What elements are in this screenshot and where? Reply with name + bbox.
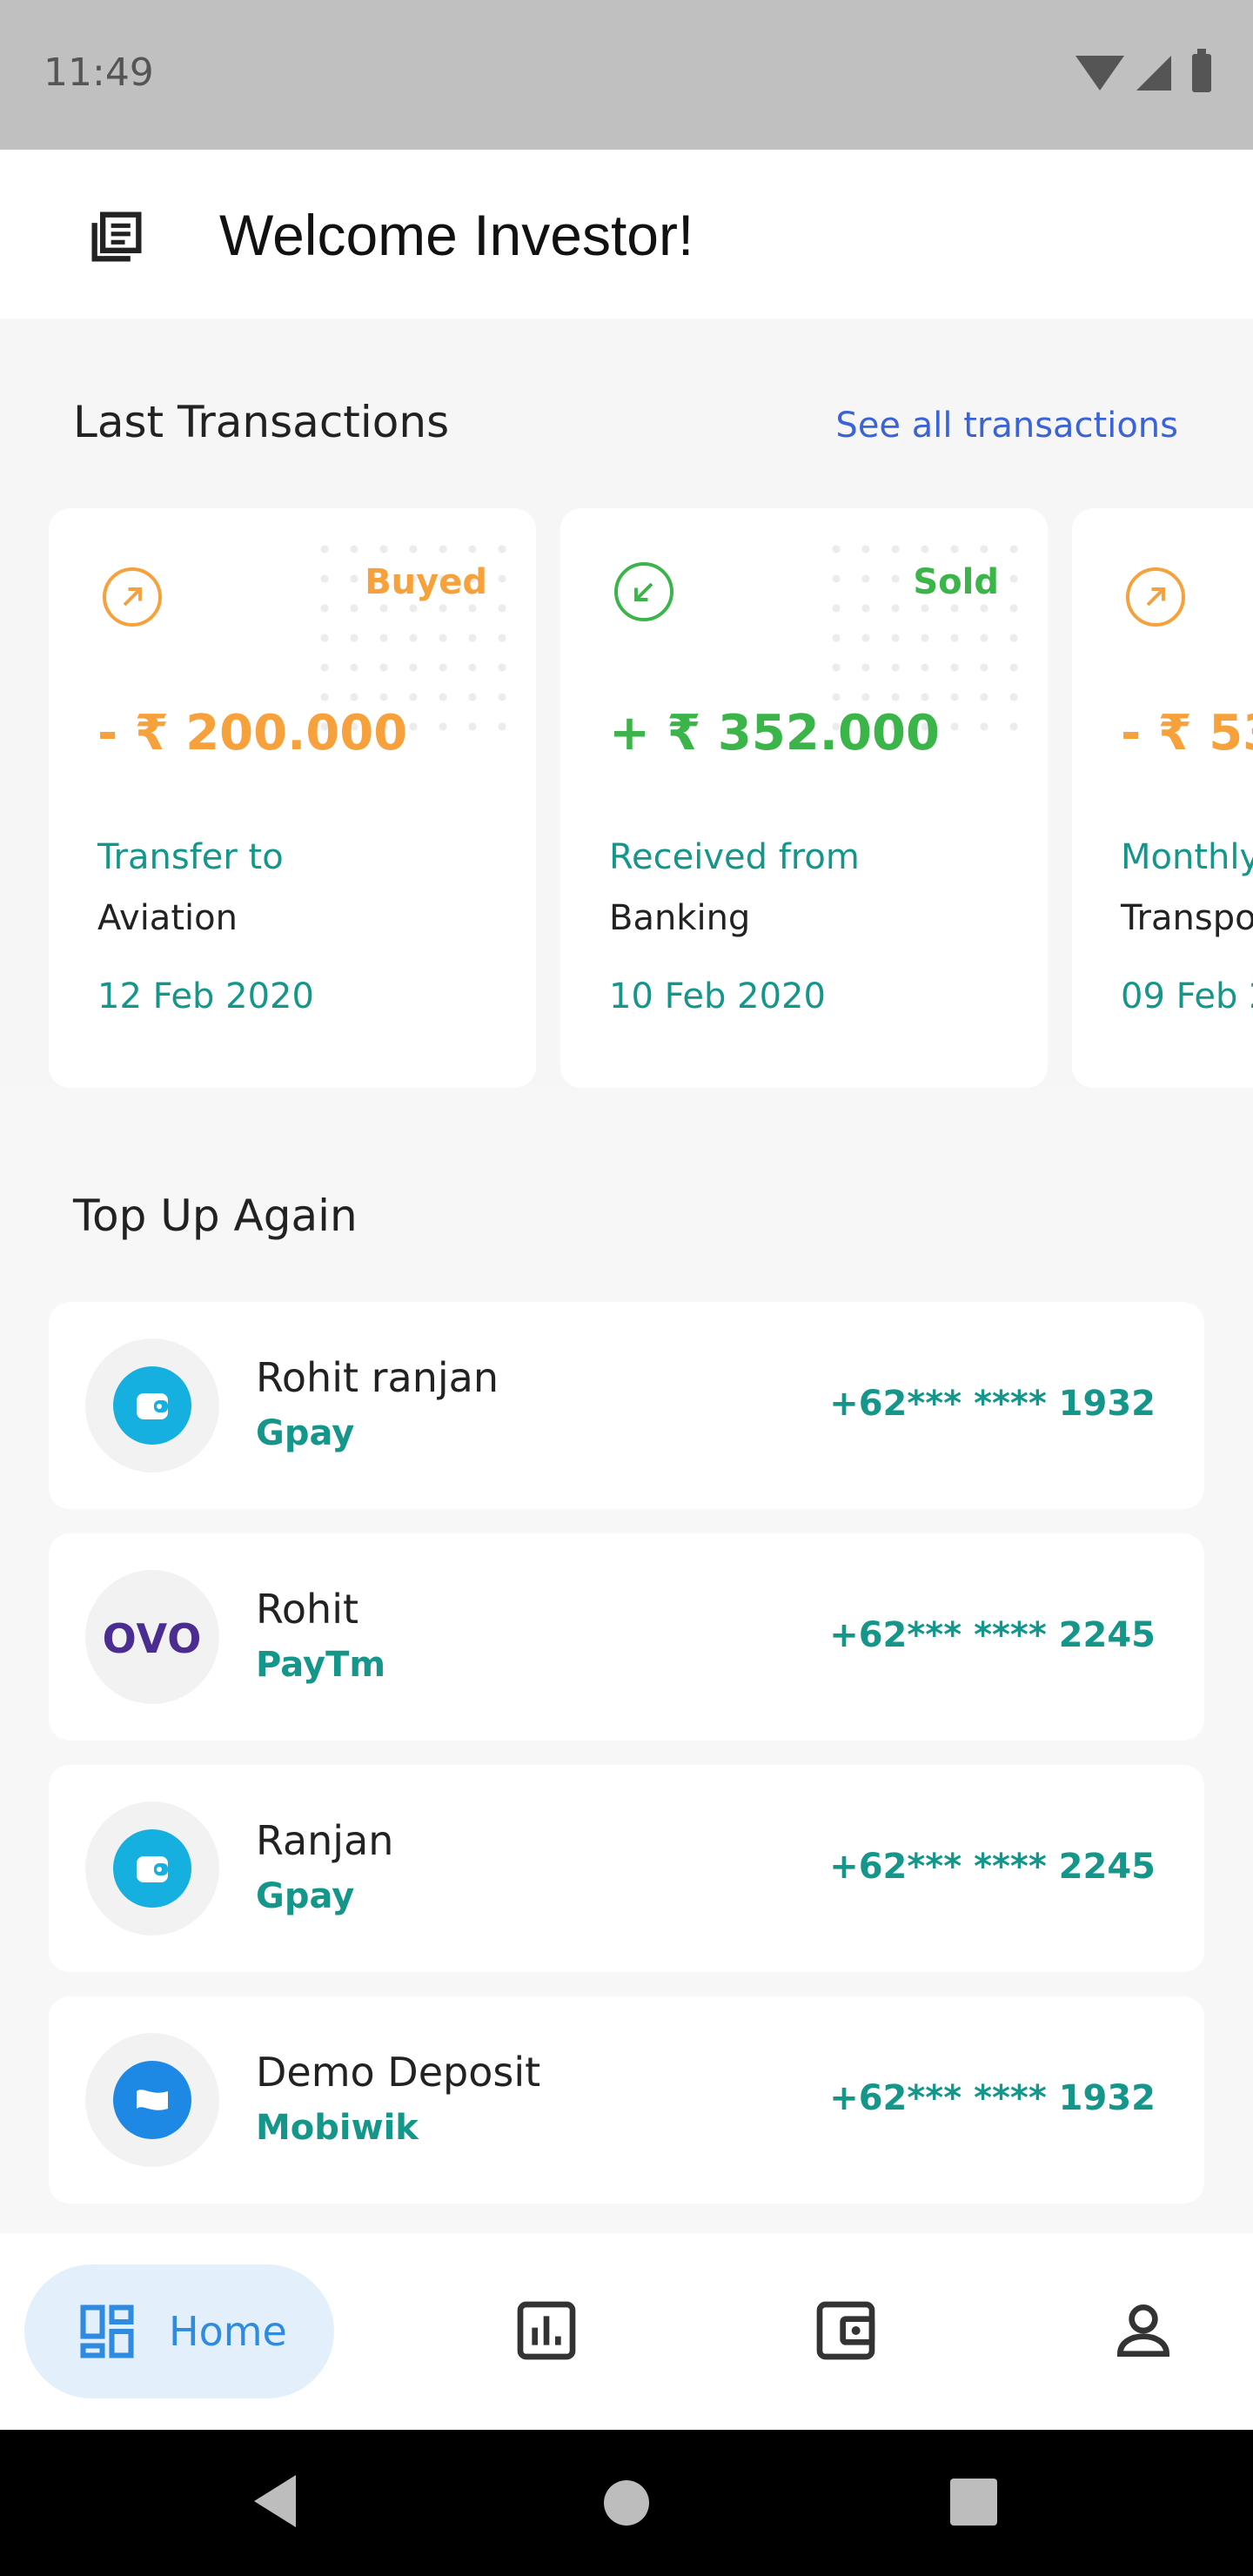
transaction-date: 12 Feb 2020 xyxy=(97,976,314,1016)
home-button-icon[interactable] xyxy=(604,2480,649,2526)
page-title: Welcome Investor! xyxy=(219,203,694,267)
transaction-date: 09 Feb 2 xyxy=(1121,976,1253,1016)
transaction-status: Sold xyxy=(913,562,999,602)
wifi-icon xyxy=(1075,56,1124,91)
wallet-icon xyxy=(113,1366,191,1445)
transaction-description: Monthly xyxy=(1121,837,1253,877)
nav-home-tab[interactable]: Home xyxy=(24,2264,334,2398)
wallet-icon[interactable] xyxy=(811,2296,881,2365)
transaction-card[interactable]: Buyed - ₹ 200.000 Transfer to Aviation 1… xyxy=(49,508,536,1088)
see-all-transactions-link[interactable]: See all transactions xyxy=(835,406,1178,446)
battery-icon xyxy=(1192,49,1211,92)
recent-apps-icon[interactable] xyxy=(950,2479,997,2526)
person-icon[interactable] xyxy=(1109,2296,1178,2365)
transaction-amount: + ₹ 352.000 xyxy=(609,705,940,761)
top-up-item[interactable]: OVO Rohit PayTm +62*** **** 2245 xyxy=(49,1533,1204,1741)
top-up-item[interactable]: Ranjan Gpay +62*** **** 2245 xyxy=(49,1765,1204,1972)
back-icon[interactable] xyxy=(254,2475,296,2527)
flag-icon xyxy=(113,2061,191,2139)
top-up-name: Rohit ranjan xyxy=(256,1354,499,1401)
top-up-phone: +62*** **** 1932 xyxy=(829,1384,1156,1424)
avatar: OVO xyxy=(85,1570,219,1704)
wallet-icon xyxy=(113,1829,191,1908)
home-icon xyxy=(80,2304,134,2358)
transaction-description: Received from xyxy=(609,837,860,877)
transaction-status: Buyed xyxy=(365,562,487,602)
signal-icon xyxy=(1136,56,1171,91)
transaction-amount: - ₹ 53 xyxy=(1121,705,1253,761)
bar-chart-icon[interactable] xyxy=(512,2296,581,2365)
status-time: 11:49 xyxy=(44,50,154,95)
transaction-target: Transpo xyxy=(1121,898,1253,938)
transaction-card[interactable]: Sold + ₹ 352.000 Received from Banking 1… xyxy=(560,508,1048,1088)
ovo-logo: OVO xyxy=(102,1615,203,1662)
top-up-item[interactable]: Demo Deposit Mobiwik +62*** **** 1932 xyxy=(49,1996,1204,2204)
top-up-name: Demo Deposit xyxy=(256,2049,541,2096)
top-up-title: Top Up Again xyxy=(73,1191,358,1241)
status-icons xyxy=(1075,49,1211,92)
top-up-phone: +62*** **** 2245 xyxy=(829,1615,1156,1655)
nav-home-label: Home xyxy=(169,2308,287,2355)
top-up-name: Rohit xyxy=(256,1586,359,1633)
arrow-up-right-icon xyxy=(103,567,162,627)
app-bar: Welcome Investor! xyxy=(0,150,1253,319)
arrow-up-right-icon xyxy=(1126,567,1185,627)
article-icon[interactable] xyxy=(84,204,150,270)
transaction-card[interactable]: - ₹ 53 Monthly Transpo 09 Feb 2 xyxy=(1072,508,1253,1088)
avatar xyxy=(85,2033,219,2167)
transaction-target: Banking xyxy=(609,898,751,938)
bottom-navigation: Home xyxy=(0,2233,1253,2430)
top-up-item[interactable]: Rohit ranjan Gpay +62*** **** 1932 xyxy=(49,1302,1204,1509)
top-up-phone: +62*** **** 2245 xyxy=(829,1847,1156,1887)
transactions-carousel[interactable]: Buyed - ₹ 200.000 Transfer to Aviation 1… xyxy=(0,508,1253,1088)
avatar xyxy=(85,1801,219,1935)
top-up-provider: Gpay xyxy=(256,1876,355,1916)
top-up-phone: +62*** **** 1932 xyxy=(829,2078,1156,2118)
top-up-name: Ranjan xyxy=(256,1817,394,1864)
top-up-provider: Mobiwik xyxy=(256,2108,419,2148)
transaction-description: Transfer to xyxy=(97,837,284,877)
status-bar: 11:49 xyxy=(0,0,1253,150)
top-up-provider: PayTm xyxy=(256,1645,386,1685)
arrow-down-left-icon xyxy=(614,562,673,621)
transaction-target: Aviation xyxy=(97,898,238,938)
top-up-provider: Gpay xyxy=(256,1413,355,1453)
avatar xyxy=(85,1338,219,1472)
last-transactions-title: Last Transactions xyxy=(73,397,450,447)
transaction-amount: - ₹ 200.000 xyxy=(97,705,408,761)
system-navigation-bar xyxy=(0,2430,1253,2576)
transaction-date: 10 Feb 2020 xyxy=(609,976,826,1016)
